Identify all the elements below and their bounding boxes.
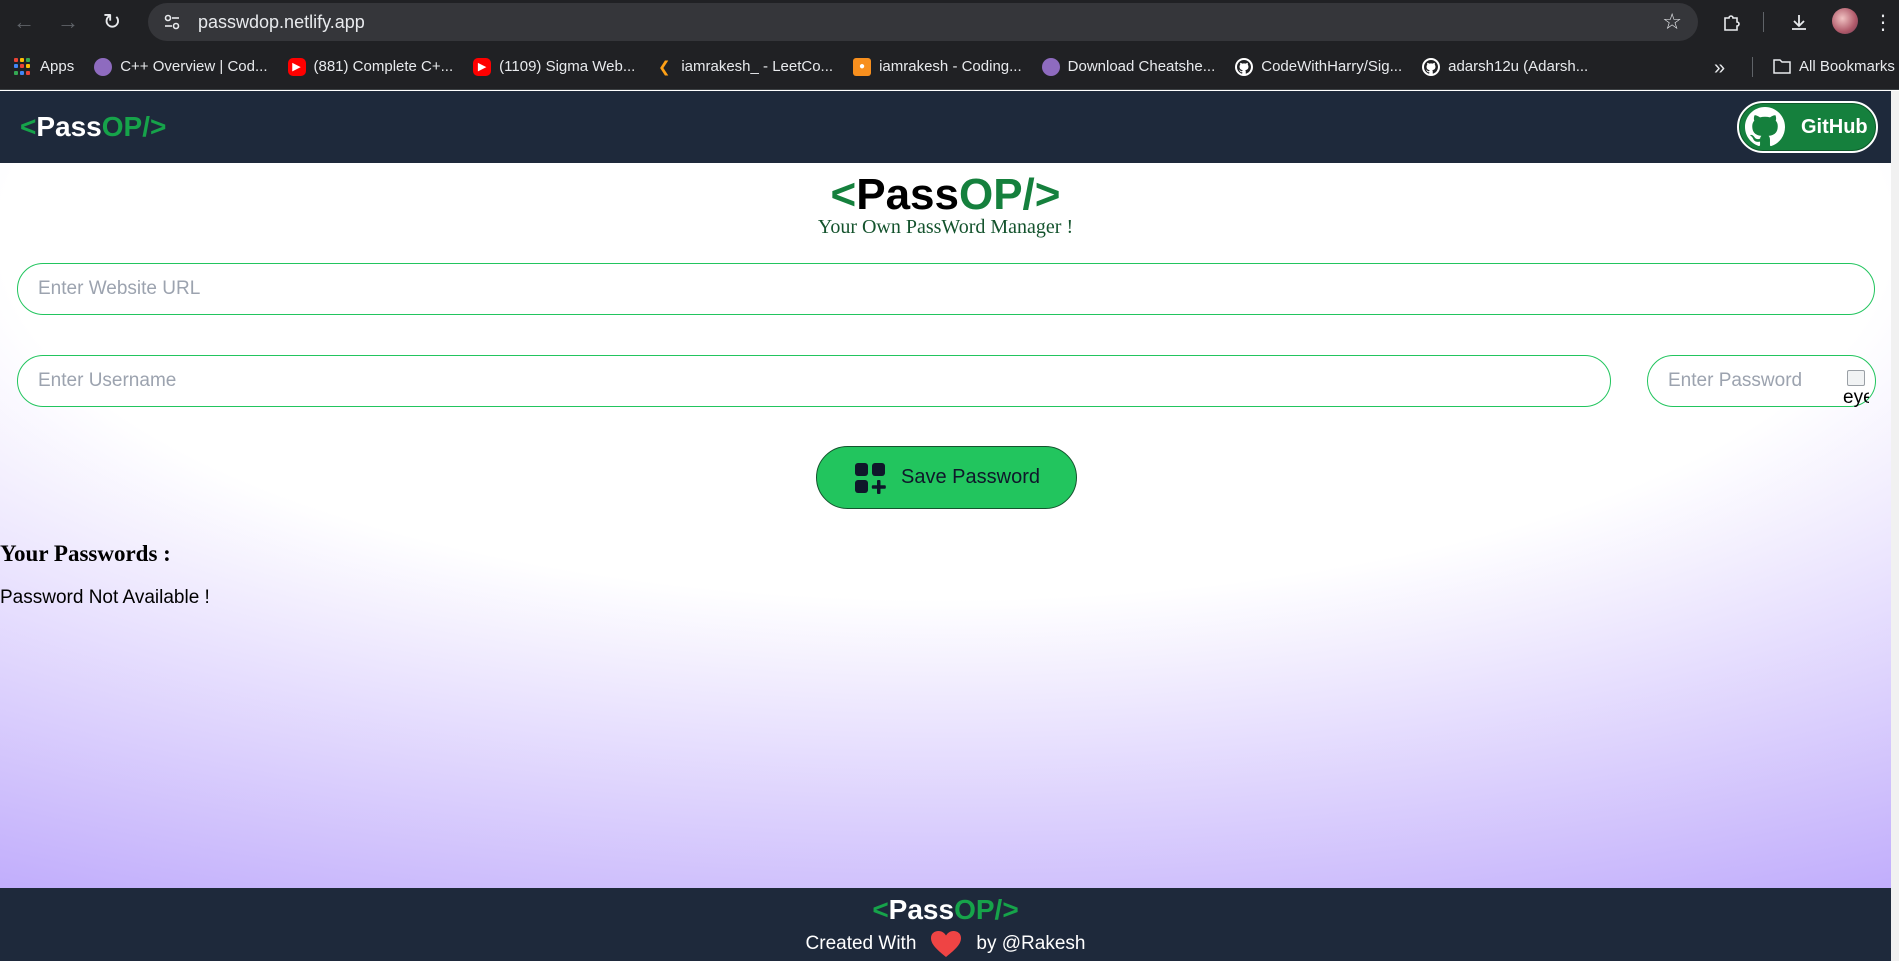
all-bookmarks-folder[interactable]: All Bookmarks: [1773, 57, 1895, 75]
logo-pass: Pass: [856, 170, 959, 219]
youtube-icon: ▶: [287, 57, 306, 76]
author-credit-text: by @Rakesh: [976, 933, 1086, 954]
reload-button[interactable]: ↻: [90, 0, 134, 44]
bookmark-label: C++ Overview | Cod...: [120, 58, 268, 75]
bookmark-item[interactable]: Download Cheatshe...: [1041, 57, 1216, 76]
bookmarks-overflow-button[interactable]: »: [1714, 57, 1725, 80]
logo-op: OP/: [958, 170, 1035, 219]
address-bar[interactable]: passwdop.netlify.app ☆: [148, 3, 1698, 41]
bookmark-label: Download Cheatshe...: [1067, 58, 1216, 75]
bookmark-apps[interactable]: Apps: [14, 57, 75, 76]
tagline: Your Own PassWord Manager !: [817, 216, 1074, 238]
bookmark-item[interactable]: adarsh12u (Adarsh...: [1422, 57, 1589, 76]
footer-logo: <PassOP/>: [0, 894, 1891, 926]
bookmarks-divider: [1752, 57, 1753, 77]
created-with-text: Created With: [805, 933, 917, 954]
all-bookmarks-label: All Bookmarks: [1799, 57, 1895, 75]
site-footer: <PassOP/> Created With by @Rakesh: [0, 888, 1891, 961]
bookmark-label: adarsh12u (Adarsh...: [1448, 58, 1589, 75]
site-info-icon[interactable]: [158, 8, 186, 36]
avatar-icon: [94, 57, 113, 76]
password-field[interactable]: eye: [1647, 355, 1876, 407]
github-button[interactable]: GitHub: [1737, 101, 1878, 153]
show-password-eye-icon[interactable]: eye: [1843, 370, 1869, 407]
url-text[interactable]: passwdop.netlify.app: [198, 12, 365, 33]
navbar-logo[interactable]: <PassOP/>: [20, 111, 166, 143]
toolbar-divider: [1763, 12, 1764, 32]
website-url-input[interactable]: [38, 278, 1874, 300]
logo-op: OP/: [101, 111, 150, 142]
profile-avatar[interactable]: [1832, 8, 1858, 34]
github-icon: [1235, 57, 1254, 76]
apps-grid-icon: [14, 57, 32, 76]
logo-bracket: >: [1034, 170, 1061, 219]
bookmark-star-icon[interactable]: ☆: [1662, 9, 1682, 35]
github-icon: [1422, 57, 1441, 76]
logo-pass: Pass: [36, 111, 102, 142]
add-grid-icon: [855, 462, 886, 494]
bookmark-label: iamrakesh - Coding...: [879, 58, 1022, 75]
site-navbar: <PassOP/> GitHub: [0, 91, 1891, 163]
codingninjas-icon: ●: [853, 57, 872, 76]
logo-bracket: <: [830, 170, 857, 219]
bookmark-label: (1109) Sigma Web...: [499, 58, 636, 75]
bookmark-label: CodeWithHarry/Sig...: [1261, 58, 1403, 75]
save-password-label: Save Password: [901, 466, 1040, 488]
eye-alt-text: eye: [1843, 389, 1869, 407]
username-field[interactable]: [17, 355, 1611, 407]
forward-button[interactable]: →: [46, 0, 90, 44]
footer-credit: Created With by @Rakesh: [0, 930, 1891, 958]
overflow-chevron-icon: »: [1714, 57, 1726, 79]
youtube-icon: ▶: [473, 57, 492, 76]
bookmark-item[interactable]: ▶ (1109) Sigma Web...: [473, 57, 636, 76]
page-scrollbar[interactable]: [1891, 91, 1899, 961]
menu-kebab-icon[interactable]: ⋮: [1868, 0, 1898, 44]
github-label: GitHub: [1801, 115, 1868, 138]
logo-bracket: >: [1002, 894, 1019, 925]
back-button[interactable]: ←: [2, 0, 46, 44]
username-input[interactable]: [38, 370, 1610, 392]
bookmark-label: Apps: [40, 58, 75, 75]
bookmark-label: iamrakesh_ - LeetCo...: [681, 58, 834, 75]
heart-icon: [931, 931, 962, 957]
logo-bracket: <: [20, 111, 37, 142]
password-input[interactable]: [1668, 370, 1838, 392]
bookmarks-bar: Apps C++ Overview | Cod... ▶ (881) Compl…: [0, 44, 1899, 90]
bookmark-label: (881) Complete C+...: [313, 58, 454, 75]
bookmark-item[interactable]: ❮ iamrakesh_ - LeetCo...: [655, 58, 833, 76]
avatar-icon: [1041, 57, 1060, 76]
github-icon: [1745, 107, 1785, 147]
leetcode-icon: ❮: [658, 58, 671, 76]
bookmark-item[interactable]: CodeWithHarry/Sig...: [1235, 57, 1403, 76]
logo-pass: Pass: [888, 894, 955, 925]
browser-toolbar: ← → ↻ passwdop.netlify.app ☆ ⋮: [0, 0, 1899, 44]
bookmark-item[interactable]: ▶ (881) Complete C+...: [287, 57, 454, 76]
your-passwords-heading: Your Passwords :: [0, 541, 171, 566]
bookmark-item[interactable]: ● iamrakesh - Coding...: [853, 57, 1022, 76]
download-icon[interactable]: [1777, 0, 1821, 44]
save-password-button[interactable]: Save Password: [816, 446, 1077, 509]
broken-image-icon: [1847, 370, 1865, 386]
extensions-icon[interactable]: [1710, 0, 1754, 44]
hero-logo: <PassOP/>: [0, 170, 1891, 220]
logo-bracket: >: [150, 111, 167, 142]
logo-op: OP/: [954, 894, 1003, 925]
bookmark-item[interactable]: C++ Overview | Cod...: [94, 57, 268, 76]
folder-icon: [1773, 57, 1791, 75]
empty-passwords-text: Password Not Available !: [0, 587, 210, 608]
website-url-field[interactable]: [17, 263, 1875, 315]
logo-bracket: <: [872, 894, 889, 925]
